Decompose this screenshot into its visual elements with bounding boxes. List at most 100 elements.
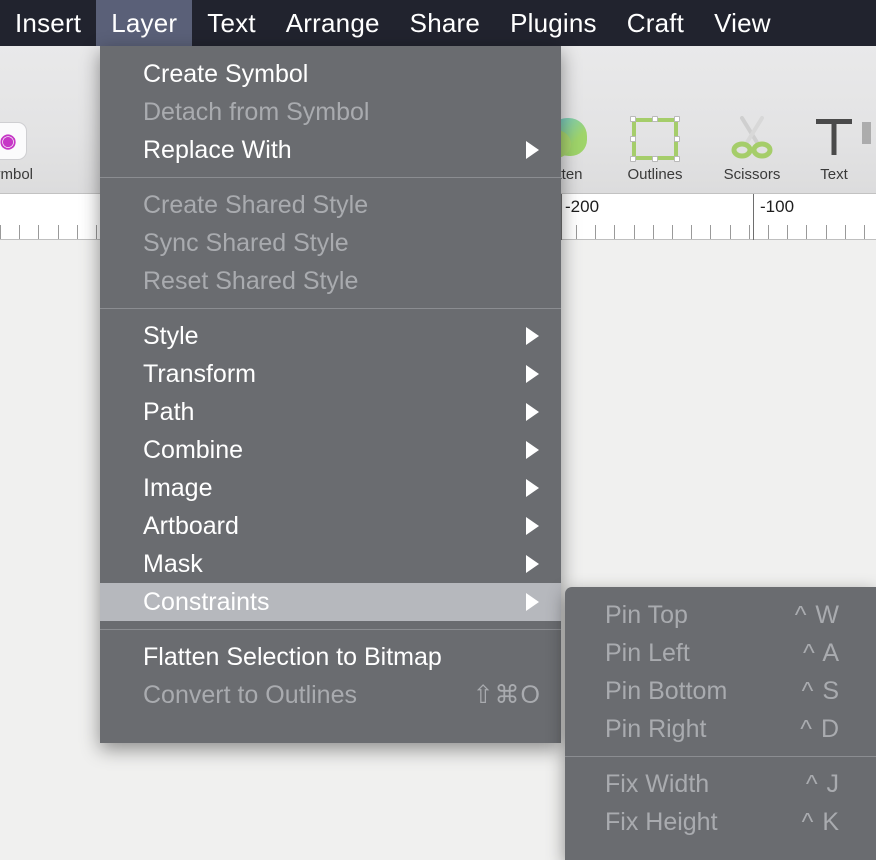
menubar-item-craft[interactable]: Craft <box>612 0 699 46</box>
toolbar-item-partial-icon[interactable] <box>862 108 876 156</box>
ruler-boundary <box>561 194 562 240</box>
menu-item-label: Create Symbol <box>143 59 309 88</box>
menubar-item-text[interactable]: Text <box>192 0 270 46</box>
menubar-item-label: Text <box>207 7 256 38</box>
toolbar-item-label: Symbol <box>0 166 34 183</box>
menubar-item-plugins[interactable]: Plugins <box>495 0 612 46</box>
toolbar-item-label: Text <box>820 166 848 183</box>
menubar-item-label: Plugins <box>510 7 597 38</box>
menu-item-sync-shared-style: Sync Shared Style <box>100 224 561 262</box>
menu-item-convert-to-outlines: Convert to Outlines ⇧⌘O <box>100 676 561 714</box>
ruler-label: -100 <box>760 197 795 216</box>
menu-item-flatten-selection-to-bitmap[interactable]: Flatten Selection to Bitmap <box>100 638 561 676</box>
menubar-item-share[interactable]: Share <box>395 0 495 46</box>
ruler-tick <box>845 225 846 239</box>
menu-item-transform[interactable]: Transform <box>100 355 561 393</box>
menu-item-label: Fix Width <box>605 769 710 798</box>
menu-item-label: Combine <box>143 435 244 464</box>
app-window: ◉ Symbol tten Outlines <box>0 0 876 860</box>
ruler-tick <box>576 225 577 239</box>
chevron-right-icon <box>526 593 539 611</box>
ruler-tick <box>96 225 97 239</box>
ruler-label: -200 <box>565 197 600 216</box>
chevron-right-icon <box>526 479 539 497</box>
menu-item-label: Sync Shared Style <box>143 228 349 257</box>
menu-item-detach-from-symbol: Detach from Symbol <box>100 93 561 131</box>
menubar-item-label: Layer <box>111 7 178 38</box>
menu-item-image[interactable]: Image <box>100 469 561 507</box>
ruler-tick <box>19 225 20 239</box>
menu-item-label: Style <box>143 321 199 350</box>
menu-item-label: Pin Bottom <box>605 676 728 705</box>
chevron-right-icon <box>526 441 539 459</box>
menubar-item-arrange[interactable]: Arrange <box>271 0 395 46</box>
menu-item-pin-bottom: Pin Bottom ^ S <box>565 672 876 710</box>
menu-item-constraints[interactable]: Constraints <box>100 583 561 621</box>
menu-item-label: Reset Shared Style <box>143 266 359 295</box>
menubar-item-label: Share <box>409 7 481 38</box>
chevron-right-icon <box>526 141 539 159</box>
chevron-right-icon <box>526 327 539 345</box>
ruler-tick <box>864 225 865 239</box>
menu-item-label: Pin Top <box>605 600 688 629</box>
menu-separator <box>565 756 876 757</box>
menu-item-combine[interactable]: Combine <box>100 431 561 469</box>
ruler-tick <box>787 225 788 239</box>
menu-item-label: Transform <box>143 359 256 388</box>
ruler-tick <box>749 225 750 239</box>
menu-item-label: Create Shared Style <box>143 190 369 219</box>
ruler-tick <box>710 225 711 239</box>
menu-item-style[interactable]: Style <box>100 317 561 355</box>
menu-item-shortcut: ^ D <box>800 714 840 743</box>
menu-separator <box>100 177 561 178</box>
ruler-tick <box>77 225 78 239</box>
menu-item-fix-height: Fix Height ^ K <box>565 803 876 841</box>
menu-item-label: Pin Right <box>605 714 707 743</box>
menu-item-create-shared-style: Create Shared Style <box>100 186 561 224</box>
menu-item-label: Path <box>143 397 195 426</box>
ruler-tick <box>826 225 827 239</box>
chevron-right-icon <box>526 555 539 573</box>
menu-item-label: Detach from Symbol <box>143 97 370 126</box>
outlines-square-icon <box>609 98 701 162</box>
toolbar-item-scissors[interactable]: Scissors <box>706 98 798 183</box>
menu-item-shortcut: ^ A <box>803 638 840 667</box>
menu-item-pin-left: Pin Left ^ A <box>565 634 876 672</box>
menu-item-fix-width: Fix Width ^ J <box>565 765 876 803</box>
menu-item-label: Constraints <box>143 587 270 616</box>
menu-item-create-symbol[interactable]: Create Symbol <box>100 55 561 93</box>
menu-item-label: Replace With <box>143 135 292 164</box>
menu-item-replace-with[interactable]: Replace With <box>100 131 561 169</box>
menu-item-shortcut: ⇧⌘O <box>472 681 541 709</box>
constraints-submenu: Pin Top ^ W Pin Left ^ A Pin Bottom ^ S Pin Ri… <box>565 587 876 860</box>
menu-item-label: Mask <box>143 549 203 578</box>
toolbar-item-label: Scissors <box>723 166 781 183</box>
ruler-tick <box>653 225 654 239</box>
ruler-tick <box>0 225 1 239</box>
menu-item-reset-shared-style: Reset Shared Style <box>100 262 561 300</box>
menubar-item-layer[interactable]: Layer <box>96 0 193 46</box>
toolbar-item-symbol[interactable]: ◉ Symbol <box>0 98 54 183</box>
menu-item-artboard[interactable]: Artboard <box>100 507 561 545</box>
ruler-tick <box>58 225 59 239</box>
ruler-tick <box>38 225 39 239</box>
ruler-tick <box>806 225 807 239</box>
chevron-right-icon <box>526 403 539 421</box>
ruler-tick <box>730 225 731 239</box>
menu-item-shortcut: ^ J <box>805 769 840 798</box>
menu-item-path[interactable]: Path <box>100 393 561 431</box>
menubar-item-label: View <box>714 7 771 38</box>
menu-item-shortcut: ^ K <box>801 807 840 836</box>
menu-item-mask[interactable]: Mask <box>100 545 561 583</box>
symbol-badge-icon: ◉ <box>0 98 54 160</box>
menubar-item-insert[interactable]: Insert <box>0 0 96 46</box>
menubar-item-view[interactable]: View <box>699 0 786 46</box>
menu-item-label: Fix Height <box>605 807 718 836</box>
menubar-item-label: Craft <box>626 7 685 38</box>
chevron-right-icon <box>526 517 539 535</box>
chevron-right-icon <box>526 365 539 383</box>
toolbar-item-outlines[interactable]: Outlines <box>609 98 701 183</box>
ruler-tick <box>691 225 692 239</box>
menu-item-pin-right: Pin Right ^ D <box>565 710 876 748</box>
menu-bar: Insert Layer Text Arrange Share Plugins … <box>0 0 876 46</box>
